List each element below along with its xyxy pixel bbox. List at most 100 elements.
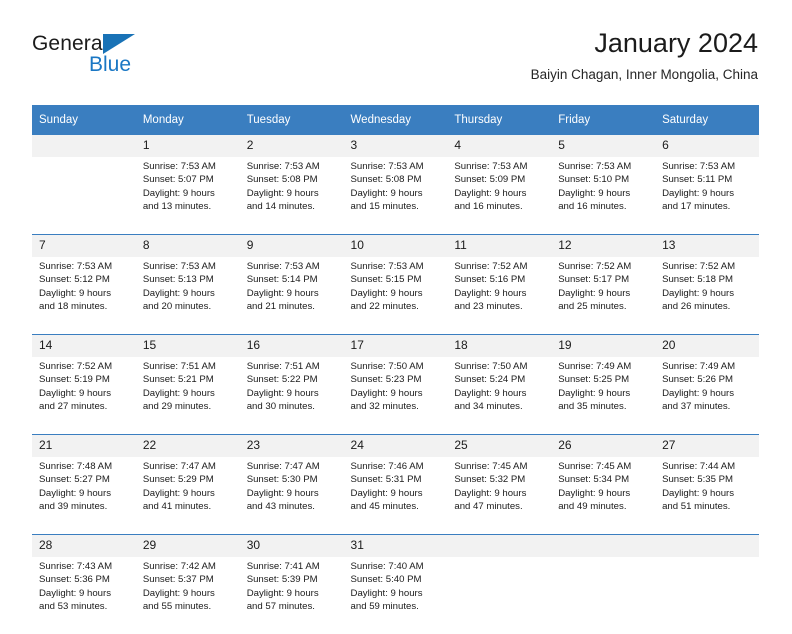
day-cell[interactable]: Sunrise: 7:52 AM Sunset: 5:17 PM Daylight:… [551, 257, 656, 335]
logo-triangle-icon [103, 34, 135, 54]
day-number[interactable]: 23 [239, 434, 344, 457]
day-cell[interactable]: Sunrise: 7:53 AM Sunset: 5:09 PM Daylight:… [447, 157, 552, 235]
day-cell[interactable]: Sunrise: 7:53 AM Sunset: 5:10 PM Daylight:… [551, 157, 656, 235]
week-daynumber-row: 123456 [32, 135, 759, 157]
day-number[interactable]: 17 [343, 334, 448, 357]
day-cell[interactable]: Sunrise: 7:53 AM Sunset: 5:08 PM Daylight:… [239, 157, 344, 235]
day-cell[interactable]: Sunrise: 7:52 AM Sunset: 5:16 PM Daylight:… [447, 257, 552, 335]
weekday-header-friday: Friday [551, 105, 656, 135]
day-cell[interactable]: Sunrise: 7:50 AM Sunset: 5:23 PM Daylight:… [343, 357, 448, 435]
day-cell[interactable]: Sunrise: 7:47 AM Sunset: 5:30 PM Daylight:… [239, 457, 344, 535]
day-number[interactable]: 13 [655, 234, 759, 257]
day-number[interactable]: 30 [239, 534, 344, 557]
day-number[interactable]: 14 [32, 334, 136, 357]
day-cell[interactable]: Sunrise: 7:53 AM Sunset: 5:12 PM Daylight:… [32, 257, 136, 335]
day-cell[interactable]: Sunrise: 7:53 AM Sunset: 5:08 PM Daylight:… [343, 157, 448, 235]
day-number[interactable]: 15 [135, 334, 240, 357]
day-info-line: and 32 minutes. [350, 401, 419, 413]
day-cell[interactable]: Sunrise: 7:53 AM Sunset: 5:07 PM Daylight:… [135, 157, 240, 235]
day-cell[interactable]: Sunrise: 7:48 AM Sunset: 5:27 PM Daylight:… [32, 457, 136, 535]
day-cell[interactable]: Sunrise: 7:49 AM Sunset: 5:25 PM Daylight:… [551, 357, 656, 435]
day-info-line: Sunset: 5:07 PM [142, 174, 214, 186]
day-info-line: and 30 minutes. [246, 401, 315, 413]
day-info-line: Sunrise: 7:45 AM [558, 461, 632, 472]
day-info-line: Daylight: 9 hours [558, 387, 631, 399]
day-cell[interactable]: Sunrise: 7:52 AM Sunset: 5:19 PM Daylight:… [32, 357, 136, 435]
day-cell[interactable]: Sunrise: 7:47 AM Sunset: 5:29 PM Daylight:… [135, 457, 240, 535]
day-info-line: Daylight: 9 hours [454, 287, 527, 299]
day-number[interactable]: 21 [32, 434, 136, 457]
day-info-line: Sunset: 5:08 PM [350, 174, 422, 186]
general-blue-logo[interactable]: General Blue [32, 32, 212, 88]
day-info-line: Daylight: 9 hours [558, 487, 631, 499]
day-cell[interactable]: Sunrise: 7:41 AM Sunset: 5:39 PM Daylight:… [239, 557, 344, 634]
day-cell[interactable]: Sunrise: 7:49 AM Sunset: 5:26 PM Daylight:… [655, 357, 759, 435]
day-info-line: Sunrise: 7:43 AM [39, 561, 113, 572]
day-cell[interactable]: Sunrise: 7:45 AM Sunset: 5:32 PM Daylight:… [447, 457, 552, 535]
day-cell[interactable]: Sunrise: 7:42 AM Sunset: 5:37 PM Daylight:… [135, 557, 240, 634]
day-cell[interactable]: Sunrise: 7:43 AM Sunset: 5:36 PM Daylight:… [32, 557, 136, 634]
day-number[interactable]: 7 [32, 234, 136, 257]
day-number[interactable]: 16 [239, 334, 344, 357]
day-cell[interactable]: Sunrise: 7:50 AM Sunset: 5:24 PM Daylight:… [447, 357, 552, 435]
day-info-line: Sunrise: 7:40 AM [350, 561, 424, 572]
day-cell[interactable]: Sunrise: 7:53 AM Sunset: 5:11 PM Daylight:… [655, 157, 759, 235]
week-detail-row: Sunrise: 7:43 AM Sunset: 5:36 PM Daylight:… [32, 557, 759, 634]
day-number[interactable]: 26 [551, 434, 656, 457]
day-info-line: Daylight: 9 hours [350, 387, 423, 399]
day-cell[interactable]: Sunrise: 7:52 AM Sunset: 5:18 PM Daylight:… [655, 257, 759, 335]
day-info-line: Daylight: 9 hours [39, 287, 111, 299]
day-info-line: Daylight: 9 hours [558, 187, 631, 199]
day-info-line: Sunset: 5:35 PM [662, 474, 733, 486]
day-cell[interactable]: Sunrise: 7:44 AM Sunset: 5:35 PM Daylight:… [655, 457, 759, 535]
day-cell[interactable]: Sunrise: 7:53 AM Sunset: 5:14 PM Daylight:… [239, 257, 344, 335]
day-number[interactable]: 6 [655, 135, 759, 157]
day-info-line: Sunrise: 7:53 AM [350, 161, 424, 172]
day-number[interactable]: 3 [343, 135, 448, 157]
day-info-line: and 16 minutes. [454, 201, 523, 213]
day-info-line: Daylight: 9 hours [246, 287, 319, 299]
day-number[interactable]: 31 [343, 534, 448, 557]
day-cell[interactable]: Sunrise: 7:53 AM Sunset: 5:13 PM Daylight:… [135, 257, 240, 335]
day-info-line: Sunset: 5:14 PM [246, 274, 318, 286]
day-number[interactable]: 22 [135, 434, 240, 457]
day-info-line: Sunset: 5:08 PM [246, 174, 318, 186]
day-number[interactable]: 11 [447, 234, 552, 257]
day-number[interactable]: 25 [447, 434, 552, 457]
day-number[interactable]: 29 [135, 534, 240, 557]
day-number[interactable]: 2 [239, 135, 344, 157]
day-cell[interactable]: Sunrise: 7:45 AM Sunset: 5:34 PM Daylight:… [551, 457, 656, 535]
day-info-line: Daylight: 9 hours [350, 487, 423, 499]
day-number[interactable]: 27 [655, 434, 759, 457]
day-info-line: Sunset: 5:32 PM [454, 474, 526, 486]
day-number[interactable]: 19 [551, 334, 656, 357]
empty-day-cell [551, 557, 656, 634]
day-info-line: Sunset: 5:29 PM [142, 474, 214, 486]
day-number[interactable]: 28 [32, 534, 136, 557]
day-number[interactable]: 20 [655, 334, 759, 357]
day-number[interactable]: 12 [551, 234, 656, 257]
day-cell[interactable]: Sunrise: 7:46 AM Sunset: 5:31 PM Daylight:… [343, 457, 448, 535]
day-info-line: and 20 minutes. [142, 301, 212, 313]
day-number[interactable]: 9 [239, 234, 344, 257]
day-number[interactable]: 5 [551, 135, 656, 157]
day-cell[interactable]: Sunrise: 7:53 AM Sunset: 5:15 PM Daylight:… [343, 257, 448, 335]
empty-day-cell [32, 157, 136, 235]
day-info-line: and 17 minutes. [662, 201, 731, 213]
day-info-line: Daylight: 9 hours [454, 487, 527, 499]
day-number[interactable]: 4 [447, 135, 552, 157]
day-number[interactable]: 24 [343, 434, 448, 457]
day-number[interactable]: 1 [135, 135, 240, 157]
day-info-line: Sunset: 5:27 PM [39, 474, 110, 486]
day-info-line: and 26 minutes. [662, 301, 731, 313]
day-number[interactable]: 10 [343, 234, 448, 257]
day-number[interactable]: 8 [135, 234, 240, 257]
title-block: January 2024 Baiyin Chagan, Inner Mongol… [531, 26, 758, 85]
day-number[interactable]: 18 [447, 334, 552, 357]
day-info-line: Sunset: 5:21 PM [142, 374, 214, 386]
day-info-line: Sunrise: 7:49 AM [558, 361, 632, 372]
day-cell[interactable]: Sunrise: 7:51 AM Sunset: 5:22 PM Daylight:… [239, 357, 344, 435]
day-cell[interactable]: Sunrise: 7:40 AM Sunset: 5:40 PM Daylight:… [343, 557, 448, 634]
day-cell[interactable]: Sunrise: 7:51 AM Sunset: 5:21 PM Daylight:… [135, 357, 240, 435]
day-info-line: Sunrise: 7:47 AM [142, 461, 216, 472]
